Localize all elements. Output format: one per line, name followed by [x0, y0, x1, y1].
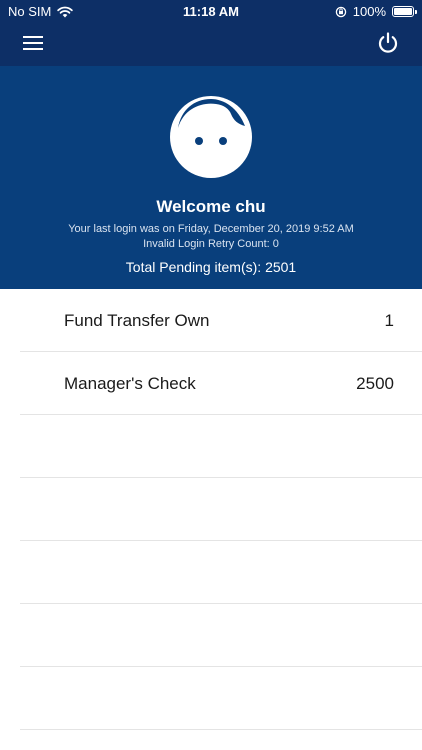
hamburger-menu-icon[interactable] — [22, 34, 44, 52]
orientation-lock-icon — [335, 6, 346, 17]
power-icon[interactable] — [376, 31, 400, 55]
item-count: 2500 — [356, 374, 394, 393]
status-bar: No SIM 11:18 AM 100% — [0, 0, 422, 24]
battery-percent: 100% — [352, 4, 386, 19]
list-item — [20, 604, 422, 667]
list-item — [20, 541, 422, 604]
list-item — [20, 415, 422, 478]
face-avatar-icon — [170, 96, 252, 178]
list-item — [20, 478, 422, 541]
item-label: Manager's Check — [64, 374, 196, 393]
welcome-title: Welcome chu — [156, 197, 266, 216]
last-login-text: Your last login was on Friday, December … — [68, 223, 354, 235]
list-item — [20, 667, 422, 730]
item-count: 1 — [384, 311, 394, 330]
item-label: Fund Transfer Own — [64, 311, 210, 330]
total-pending: Total Pending item(s): 2501 — [125, 259, 297, 275]
login-retry-count: Invalid Login Retry Count: 0 — [143, 238, 279, 250]
top-bar: No SIM 11:18 AM 100% — [0, 0, 422, 66]
list-item[interactable]: Manager's Check 2500 — [20, 352, 422, 415]
list-item[interactable]: Fund Transfer Own 1 — [20, 289, 422, 352]
status-right: 100% — [335, 4, 417, 19]
pending-items-list: Fund Transfer Own 1 Manager's Check 2500 — [0, 289, 422, 730]
profile-header: Welcome chu Your last login was on Frida… — [0, 66, 422, 289]
battery-icon — [392, 6, 417, 17]
